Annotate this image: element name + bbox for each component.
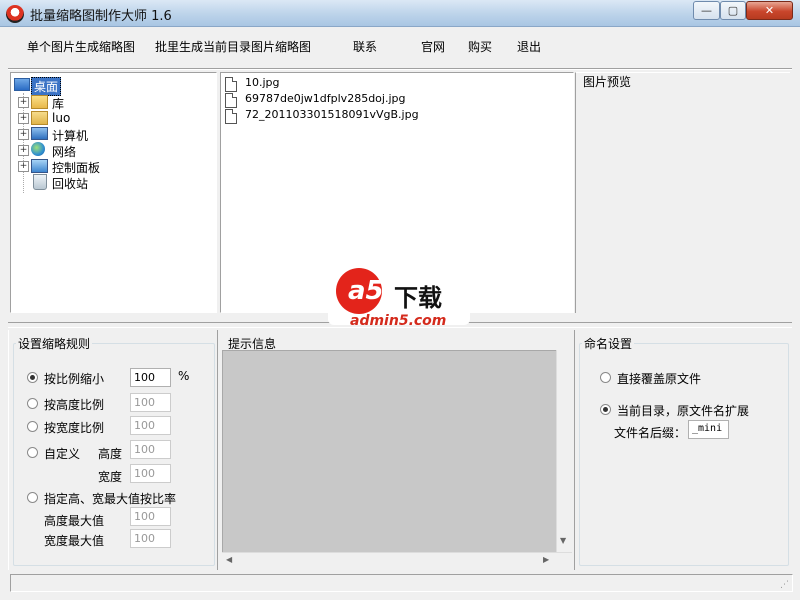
menu-exit[interactable]: 退出 — [517, 38, 541, 55]
menu-batch-thumbnail[interactable]: 批里生成当前目录图片缩略图 — [155, 38, 311, 55]
ratio-radio[interactable] — [27, 372, 38, 383]
expand-icon[interactable]: + — [18, 161, 29, 172]
custom-height-label: 高度 — [98, 447, 123, 461]
max-label: 指定高、宽最大值按比率 — [44, 492, 177, 506]
tree-label-luo: luo — [52, 111, 71, 125]
file-item[interactable]: 69787de0jw1dfplv285doj.jpg — [225, 92, 565, 108]
tree-item-network[interactable]: + 网络 — [11, 142, 211, 159]
overwrite-radio[interactable] — [600, 372, 611, 383]
menu-buy[interactable]: 购买 — [468, 38, 492, 55]
watermark-text: 下载 — [394, 284, 442, 312]
tree-item-recycle-bin[interactable]: 回收站 — [11, 174, 211, 191]
tree-item-library[interactable]: + 库 — [11, 94, 211, 111]
watermark-subtext: admin5.com — [350, 313, 447, 329]
naming-title: 命名设置 — [582, 335, 635, 352]
network-globe-icon — [31, 142, 45, 156]
width-ratio-radio[interactable] — [27, 421, 38, 432]
file-icon — [225, 93, 237, 108]
library-folder-icon — [31, 95, 48, 109]
expand-icon[interactable]: + — [18, 113, 29, 124]
tree-item-control-panel[interactable]: + 控制面板 — [11, 158, 211, 175]
user-folder-icon — [31, 111, 48, 125]
file-item[interactable]: 10.jpg — [225, 76, 565, 92]
extend-radio[interactable] — [600, 404, 611, 415]
scroll-down-arrow-icon[interactable]: ▼ — [560, 536, 566, 545]
file-name: 69787de0jw1dfplv285doj.jpg — [245, 92, 406, 105]
file-icon — [225, 109, 237, 124]
app-icon — [6, 5, 24, 23]
ratio-input[interactable]: 100 — [130, 368, 171, 387]
rules-title: 设置缩略规则 — [16, 335, 93, 352]
tree-item-desktop[interactable]: 桌面 — [11, 77, 211, 96]
minimize-button[interactable]: — — [693, 1, 720, 20]
info-horizontal-scrollbar[interactable]: ◀ ▶ — [222, 552, 572, 568]
max-height-label: 高度最大值 — [44, 514, 105, 528]
custom-width-label: 宽度 — [98, 470, 123, 484]
suffix-input[interactable]: _mini — [688, 420, 729, 439]
max-height-input[interactable]: 100 — [130, 507, 171, 526]
preview-panel — [575, 72, 790, 313]
tree-item-luo[interactable]: + luo — [11, 110, 211, 126]
recycle-bin-icon — [33, 174, 47, 190]
watermark-a5: a5 — [348, 276, 384, 306]
desktop-icon — [14, 78, 30, 91]
extend-label: 当前目录，原文件名扩展 — [617, 404, 750, 418]
height-ratio-radio[interactable] — [27, 398, 38, 409]
max-width-label: 宽度最大值 — [44, 534, 105, 548]
file-item[interactable]: 72_2011033015180​91vVgB.jpg — [225, 108, 565, 124]
top-separator — [8, 68, 792, 70]
file-name: 10.jpg — [245, 76, 280, 89]
expand-icon[interactable]: + — [18, 97, 29, 108]
expand-icon[interactable]: + — [18, 145, 29, 156]
expand-icon[interactable]: + — [18, 129, 29, 140]
menu-website[interactable]: 官网 — [421, 38, 445, 55]
menu-bar: 单个图片生成缩略图 批里生成当前目录图片缩略图 联系 官网 购买 退出 — [0, 27, 800, 64]
info-textarea[interactable] — [222, 350, 572, 568]
file-name: 72_2011033015180​91vVgB.jpg — [245, 108, 419, 121]
computer-icon — [31, 127, 48, 140]
info-vertical-scrollbar[interactable]: ▼ — [556, 350, 572, 552]
tree-label-recycle-bin: 回收站 — [52, 177, 89, 191]
scroll-left-arrow-icon[interactable]: ◀ — [226, 555, 232, 564]
custom-width-input[interactable]: 100 — [130, 464, 171, 483]
window-title: 批量缩略图制作大师 1.6 — [30, 9, 172, 24]
file-icon — [225, 77, 237, 92]
width-ratio-label: 按宽度比例 — [44, 421, 105, 435]
scroll-right-arrow-icon[interactable]: ▶ — [543, 555, 549, 564]
width-ratio-input[interactable]: 100 — [130, 416, 171, 435]
menu-contact[interactable]: 联系 — [353, 38, 377, 55]
status-bar — [10, 574, 793, 592]
preview-title: 图片预览 — [583, 75, 632, 89]
ratio-label: 按比例缩小 — [44, 372, 105, 386]
custom-radio[interactable] — [27, 447, 38, 458]
custom-height-input[interactable]: 100 — [130, 440, 171, 459]
resize-grip-icon[interactable]: ⋰ — [780, 580, 789, 590]
close-button[interactable]: ✕ — [746, 1, 793, 20]
menu-single-thumbnail[interactable]: 单个图片生成缩略图 — [27, 38, 135, 55]
folder-tree[interactable]: 桌面 + 库 + luo + 计算机 + 网络 + 控制面板 回收站 — [10, 72, 217, 313]
max-width-input[interactable]: 100 — [130, 529, 171, 548]
max-radio[interactable] — [27, 492, 38, 503]
percent-label: % — [178, 369, 190, 383]
height-ratio-input[interactable]: 100 — [130, 393, 171, 412]
custom-label: 自定义 — [44, 447, 81, 461]
overwrite-label: 直接覆盖原文件 — [617, 372, 702, 386]
control-panel-icon — [31, 159, 48, 173]
maximize-button[interactable]: ▢ — [720, 1, 746, 20]
tree-item-computer[interactable]: + 计算机 — [11, 126, 211, 143]
suffix-label: 文件名后缀： — [614, 426, 687, 440]
height-ratio-label: 按高度比例 — [44, 398, 105, 412]
